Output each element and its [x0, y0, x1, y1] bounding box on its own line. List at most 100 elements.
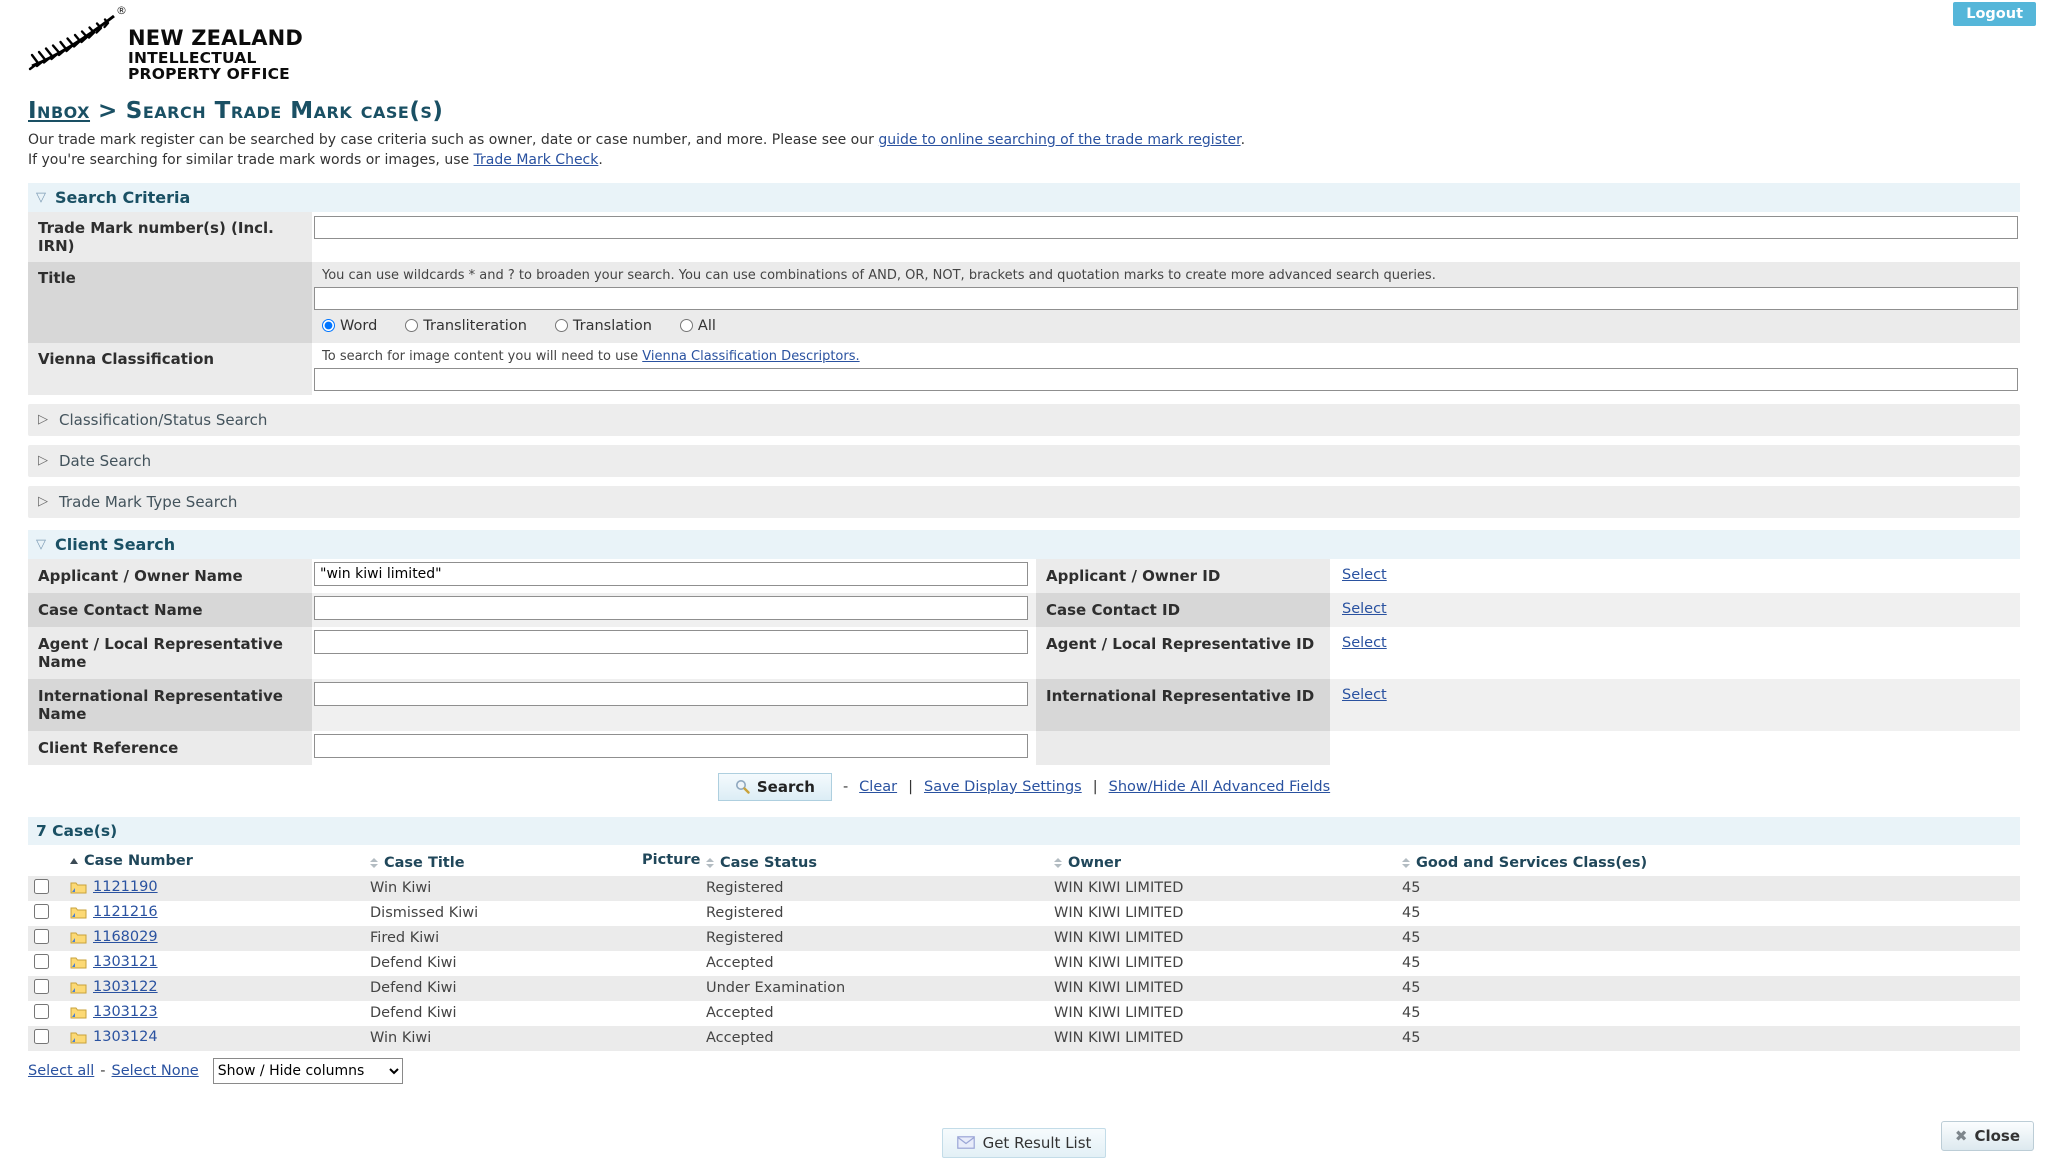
international-representative-id-select-link[interactable]: Select — [1342, 687, 1387, 703]
collapse-triangle-icon: ▽ — [36, 190, 46, 205]
owner-cell: WIN KIWI LIMITED — [1048, 1001, 1396, 1026]
title-help-text: You can use wildcards * and ? to broaden… — [314, 264, 2018, 285]
column-header-classes[interactable]: Good and Services Class(es) — [1396, 845, 2020, 876]
table-row: 1303124 Win Kiwi Accepted WIN KIWI LIMIT… — [28, 1026, 2020, 1051]
column-label-case-title: Case Title — [384, 855, 465, 871]
row-checkbox[interactable] — [34, 1029, 49, 1044]
column-header-case-number[interactable]: Case Number — [64, 845, 364, 876]
title-input[interactable] — [314, 287, 2018, 310]
picture-cell — [636, 1001, 700, 1026]
guide-link[interactable]: guide to online searching of the trade m… — [878, 132, 1240, 148]
client-row-applicant: Applicant / Owner Name Applicant / Owner… — [28, 559, 2020, 593]
row-checkbox[interactable] — [34, 954, 49, 969]
case-folder-icon[interactable] — [70, 905, 87, 919]
save-display-settings-link[interactable]: Save Display Settings — [924, 779, 1082, 795]
row-checkbox[interactable] — [34, 929, 49, 944]
radio-translation-input[interactable] — [555, 319, 568, 332]
applicant-owner-name-label: Applicant / Owner Name — [28, 559, 312, 593]
breadcrumb-inbox-link[interactable]: Inbox — [28, 98, 90, 124]
applicant-owner-name-input[interactable] — [314, 562, 1028, 586]
radio-all-input[interactable] — [680, 319, 693, 332]
column-header-case-status[interactable]: Case Status — [700, 845, 1048, 876]
intro-line-2-text: If you're searching for similar trade ma… — [28, 152, 474, 168]
tm-number-label: Trade Mark number(s) (Incl. IRN) — [28, 212, 312, 262]
select-none-link[interactable]: Select None — [112, 1063, 199, 1079]
row-checkbox[interactable] — [34, 1004, 49, 1019]
intro-line-1: Our trade mark register can be searched … — [28, 130, 2020, 150]
search-button[interactable]: Search — [718, 773, 832, 801]
case-number-link[interactable]: 1303122 — [93, 979, 158, 995]
case-number-link[interactable]: 1121190 — [93, 879, 158, 895]
case-folder-icon[interactable] — [70, 955, 87, 969]
radio-transliteration[interactable]: Transliteration — [405, 318, 527, 334]
separator-dash: - — [843, 779, 848, 795]
radio-translation[interactable]: Translation — [555, 318, 652, 334]
international-representative-name-input[interactable] — [314, 682, 1028, 706]
row-checkbox[interactable] — [34, 879, 49, 894]
client-reference-input[interactable] — [314, 734, 1028, 758]
radio-transliteration-input[interactable] — [405, 319, 418, 332]
logout-button[interactable]: Logout — [1953, 2, 2036, 26]
row-checkbox[interactable] — [34, 979, 49, 994]
table-footer: Select all - Select None Show / Hide col… — [28, 1058, 2020, 1084]
section-client-search[interactable]: ▽ Client Search — [28, 530, 2020, 559]
case-folder-icon[interactable] — [70, 1005, 87, 1019]
case-folder-icon[interactable] — [70, 980, 87, 994]
silver-fern-icon — [28, 8, 120, 72]
get-result-list-button[interactable]: Get Result List — [942, 1128, 1107, 1158]
radio-translation-label: Translation — [573, 318, 652, 334]
trade-mark-check-link[interactable]: Trade Mark Check — [474, 152, 599, 168]
picture-cell — [636, 976, 700, 1001]
close-button-label: Close — [1974, 1127, 2020, 1145]
case-number-link[interactable]: 1303123 — [93, 1004, 158, 1020]
expand-triangle-icon: ▷ — [38, 494, 48, 509]
vienna-input[interactable] — [314, 368, 2018, 391]
case-contact-name-input[interactable] — [314, 596, 1028, 620]
case-number-link[interactable]: 1168029 — [93, 929, 158, 945]
client-reference-select-spacer — [1330, 731, 2020, 765]
case-folder-icon[interactable] — [70, 880, 87, 894]
case-status-cell: Accepted — [700, 1001, 1048, 1026]
case-number-link[interactable]: 1303124 — [93, 1029, 158, 1045]
separator-dash: - — [100, 1063, 105, 1079]
section-date-search[interactable]: ▷ Date Search — [28, 445, 2020, 477]
radio-all[interactable]: All — [680, 318, 716, 334]
case-contact-id-select-link[interactable]: Select — [1342, 601, 1387, 617]
logo-line-3: PROPERTY OFFICE — [128, 66, 303, 82]
radio-word-input[interactable] — [322, 319, 335, 332]
case-title-cell: Win Kiwi — [364, 1026, 636, 1051]
tm-number-input[interactable] — [314, 216, 2018, 239]
case-number-link[interactable]: 1121216 — [93, 904, 158, 920]
section-search-criteria[interactable]: ▽ Search Criteria — [28, 183, 2020, 212]
case-status-cell: Accepted — [700, 1026, 1048, 1051]
vienna-descriptors-link[interactable]: Vienna Classification Descriptors. — [642, 349, 859, 364]
show-hide-columns-dropdown[interactable]: Show / Hide columns — [213, 1058, 403, 1084]
close-button[interactable]: ✖ Close — [1941, 1121, 2034, 1151]
agent-representative-name-input[interactable] — [314, 630, 1028, 654]
radio-word-label: Word — [340, 318, 377, 334]
select-all-link[interactable]: Select all — [28, 1063, 94, 1079]
clear-link[interactable]: Clear — [859, 779, 897, 795]
column-header-case-title[interactable]: Case Title — [364, 845, 636, 876]
intro-line-1-period: . — [1241, 132, 1245, 148]
vienna-row: Vienna Classification To search for imag… — [28, 343, 2020, 395]
table-row: 1121216 Dismissed Kiwi Registered WIN KI… — [28, 901, 2020, 926]
section-classification-status-search[interactable]: ▷ Classification/Status Search — [28, 404, 2020, 436]
case-title-cell: Defend Kiwi — [364, 976, 636, 1001]
owner-cell: WIN KIWI LIMITED — [1048, 976, 1396, 1001]
applicant-owner-id-select-link[interactable]: Select — [1342, 567, 1387, 583]
vienna-label: Vienna Classification — [28, 343, 312, 395]
section-client-search-label: Client Search — [55, 535, 175, 554]
column-header-picture[interactable]: Picture — [636, 845, 700, 876]
column-header-owner[interactable]: Owner — [1048, 845, 1396, 876]
owner-cell: WIN KIWI LIMITED — [1048, 926, 1396, 951]
section-trade-mark-type-search[interactable]: ▷ Trade Mark Type Search — [28, 486, 2020, 518]
row-checkbox[interactable] — [34, 904, 49, 919]
section-classification-status-label: Classification/Status Search — [59, 411, 267, 429]
case-folder-icon[interactable] — [70, 930, 87, 944]
agent-representative-id-select-link[interactable]: Select — [1342, 635, 1387, 651]
case-number-link[interactable]: 1303121 — [93, 954, 158, 970]
radio-word[interactable]: Word — [322, 318, 377, 334]
sort-both-icon — [1402, 858, 1410, 868]
show-hide-advanced-fields-link[interactable]: Show/Hide All Advanced Fields — [1109, 779, 1331, 795]
